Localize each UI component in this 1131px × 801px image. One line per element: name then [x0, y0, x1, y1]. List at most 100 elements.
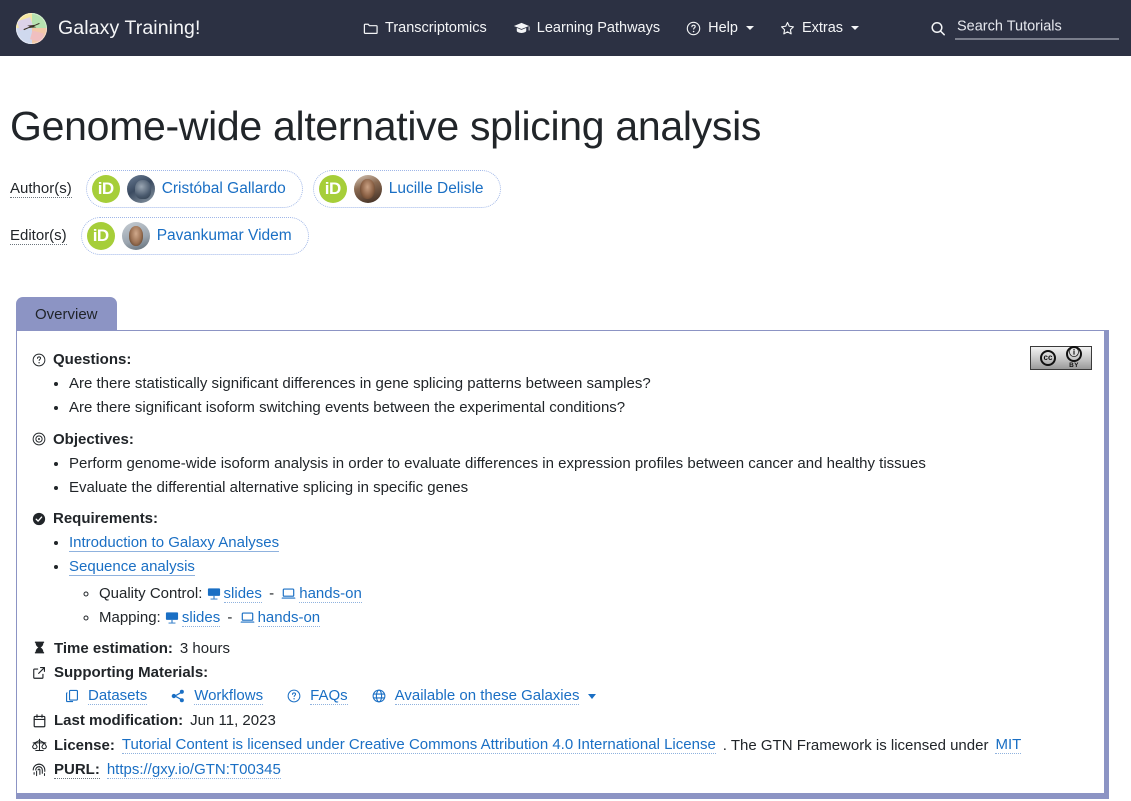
- share-nodes-icon: [171, 689, 185, 703]
- nav-item-label: Help: [708, 20, 738, 36]
- list-item: Sequence analysis Quality Control: slide…: [69, 555, 1090, 630]
- workflows-link[interactable]: Workflows: [171, 687, 264, 706]
- requirement-sublist: Quality Control: slides -: [69, 582, 1090, 631]
- faqs-label: FAQs: [310, 687, 348, 706]
- attribution-person-icon: ⓘ: [1066, 346, 1082, 363]
- slides-link[interactable]: slides: [181, 609, 221, 628]
- brand-title: Galaxy Training!: [58, 16, 201, 39]
- datasets-link[interactable]: Datasets: [65, 687, 148, 706]
- search-icon[interactable]: [930, 20, 946, 36]
- slides-link[interactable]: slides: [223, 584, 262, 603]
- list-item: Mapping: slides -: [99, 606, 1090, 630]
- orcid-id-icon: iD: [318, 175, 347, 203]
- check-circle-icon: [31, 512, 46, 526]
- chevron-down-icon: [745, 26, 754, 30]
- questions-heading-label: Questions:: [53, 351, 132, 368]
- author-name: Lucille Delisle: [388, 180, 484, 197]
- cc-by-license-badge[interactable]: cc ⓘ BY: [1030, 346, 1092, 370]
- questions-heading: Questions:: [31, 351, 1090, 368]
- objectives-heading-label: Objectives:: [53, 430, 134, 448]
- graduation-cap-icon: [513, 21, 530, 36]
- list-item: Are there statistically significant diff…: [69, 372, 1090, 396]
- nav-item-extras[interactable]: Extras: [780, 20, 860, 36]
- hands-on-link[interactable]: hands-on: [299, 584, 362, 603]
- calendar-icon: [31, 714, 47, 728]
- editor-badge[interactable]: iD Pavankumar Videm: [80, 217, 309, 255]
- supporting-materials-row: Supporting Materials:: [31, 664, 1090, 681]
- requirements-heading-label: Requirements:: [53, 510, 159, 528]
- search-area: [930, 16, 1119, 40]
- mit-license-link[interactable]: MIT: [995, 736, 1022, 755]
- hands-on-link[interactable]: hands-on: [257, 609, 321, 628]
- license-label: License:: [54, 736, 115, 754]
- license-row: License: Tutorial Content is licensed un…: [31, 736, 1090, 755]
- external-link-icon: [31, 666, 47, 680]
- available-galaxies-dropdown[interactable]: Available on these Galaxies: [372, 687, 597, 706]
- nav-item-label: Transcriptomics: [385, 20, 487, 36]
- list-item: Evaluate the differential alternative sp…: [69, 476, 1090, 500]
- tab-overview[interactable]: Overview: [16, 297, 117, 330]
- chevron-down-icon: [588, 693, 597, 699]
- hourglass-icon: [31, 641, 47, 656]
- chevron-down-icon: [851, 26, 860, 30]
- orcid-id-icon: iD: [91, 175, 120, 203]
- last-modification-row: Last modification: Jun 11, 2023: [31, 712, 1090, 729]
- sub-prefix: Quality Control:: [99, 584, 203, 602]
- slides-icon: [165, 611, 179, 624]
- separator: -: [227, 609, 233, 627]
- author-name: Cristóbal Gallardo: [161, 180, 286, 197]
- question-circle-icon: [686, 21, 701, 36]
- folder-icon: [363, 21, 378, 36]
- authors-badges: iD Cristóbal Gallardo iD Lucille Delisle: [85, 170, 501, 208]
- authors-row: Author(s) iD Cristóbal Gallardo iD Lucil…: [8, 170, 1123, 208]
- page-body: Genome-wide alternative splicing analysi…: [0, 103, 1131, 800]
- cc-icon: cc: [1040, 350, 1056, 366]
- fingerprint-icon: [31, 763, 47, 778]
- requirement-link-sequence-analysis[interactable]: Sequence analysis: [69, 558, 195, 577]
- sub-prefix: Mapping:: [99, 609, 161, 627]
- page-title: Genome-wide alternative splicing analysi…: [10, 103, 762, 149]
- purl-link[interactable]: https://gxy.io/GTN:T00345: [106, 761, 281, 780]
- tab-bar: Overview: [8, 297, 1123, 330]
- authors-label: Author(s): [10, 180, 72, 198]
- search-input[interactable]: [955, 16, 1119, 40]
- avatar: [353, 175, 382, 203]
- requirements-list: Introduction to Galaxy Analyses Sequence…: [31, 531, 1090, 630]
- avatar: [126, 175, 155, 203]
- overview-panel: cc ⓘ BY Questions: Are there statistical…: [16, 330, 1109, 800]
- nav-item-transcriptomics[interactable]: Transcriptomics: [363, 20, 487, 36]
- requirement-link-intro[interactable]: Introduction to Galaxy Analyses: [69, 534, 280, 553]
- nav-item-label: Extras: [801, 20, 844, 36]
- laptop-icon: [281, 587, 296, 600]
- questions-list: Are there statistically significant diff…: [31, 372, 1090, 421]
- editors-badges: iD Pavankumar Videm: [80, 217, 309, 255]
- supporting-materials-label: Supporting Materials:: [54, 664, 209, 682]
- balance-scale-icon: [31, 738, 47, 752]
- last-modification-value: Jun 11, 2023: [190, 712, 276, 730]
- top-navbar: Galaxy Training! Transcriptomics Learnin…: [0, 0, 1131, 56]
- list-item: Quality Control: slides -: [99, 582, 1090, 606]
- time-estimation-value: 3 hours: [179, 640, 230, 658]
- license-link[interactable]: Tutorial Content is licensed under Creat…: [121, 736, 716, 755]
- author-badge[interactable]: iD Lucille Delisle: [312, 170, 501, 208]
- brand-home-link[interactable]: Galaxy Training!: [16, 12, 201, 44]
- requirements-heading: Requirements:: [31, 510, 1090, 527]
- author-badge[interactable]: iD Cristóbal Gallardo: [85, 170, 303, 208]
- nav-item-help[interactable]: Help: [686, 20, 754, 36]
- separator: -: [269, 584, 275, 602]
- purl-row: PURL: https://gxy.io/GTN:T00345: [31, 761, 1090, 780]
- list-item: Are there significant isoform switching …: [69, 396, 1090, 420]
- star-icon: [780, 21, 795, 36]
- editors-label: Editor(s): [10, 227, 67, 245]
- editor-name: Pavankumar Videm: [156, 227, 292, 244]
- globe-icon: [372, 689, 386, 703]
- cc-by-icon: ⓘ BY: [1066, 346, 1082, 370]
- supporting-materials-links: Datasets Workflows FAQs Available on the…: [31, 687, 1090, 706]
- nav-item-label: Learning Pathways: [536, 20, 661, 36]
- nav-item-learning-pathways[interactable]: Learning Pathways: [513, 20, 660, 36]
- time-estimation-label: Time estimation:: [54, 640, 173, 658]
- cc-by-label: BY: [1069, 362, 1079, 370]
- faqs-link[interactable]: FAQs: [287, 687, 348, 706]
- laptop-icon: [240, 611, 255, 624]
- orcid-id-icon: iD: [86, 222, 115, 250]
